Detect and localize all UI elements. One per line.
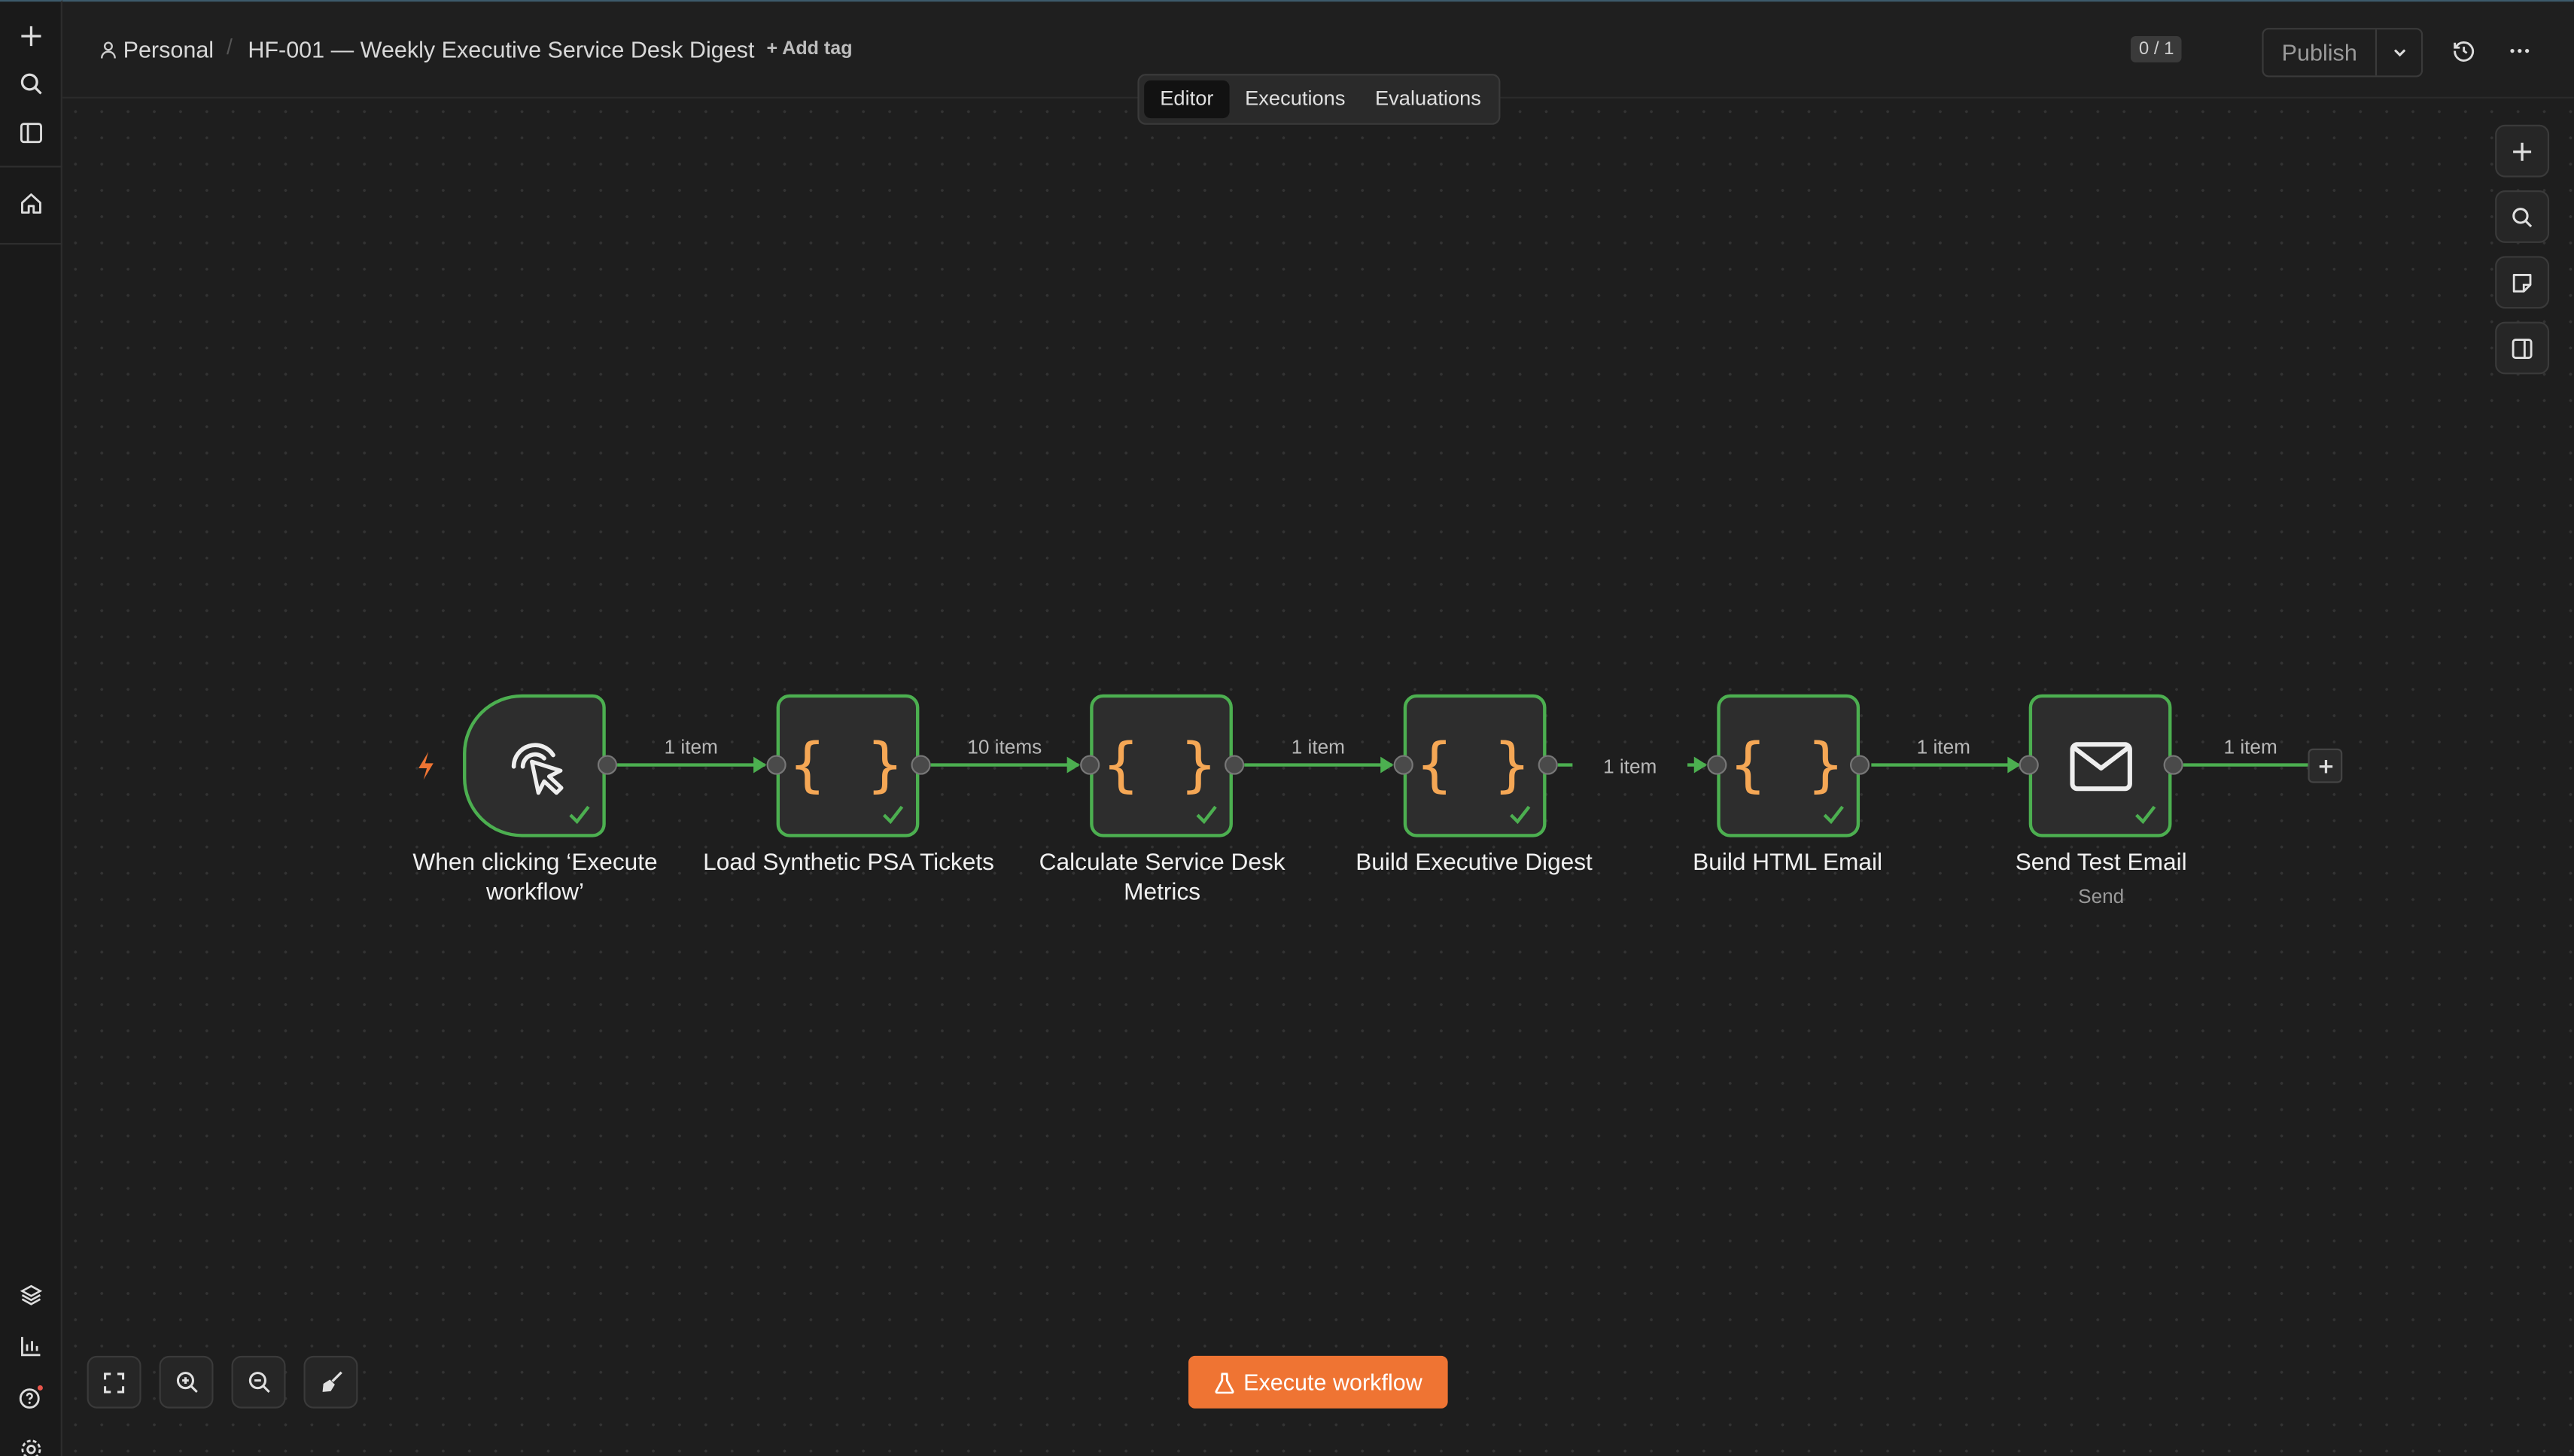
- success-check-icon: [569, 805, 590, 825]
- node-manual-trigger[interactable]: [463, 694, 606, 837]
- output-port[interactable]: [911, 755, 931, 775]
- code-braces-icon: { }: [1416, 731, 1534, 800]
- broom-icon: [321, 1371, 342, 1392]
- edge-label: 1 item: [1916, 735, 1970, 758]
- execute-workflow-label: Execute workflow: [1243, 1369, 1422, 1396]
- edge-label: 1 item: [664, 735, 718, 758]
- execute-workflow-button[interactable]: Execute workflow: [1188, 1355, 1448, 1409]
- node-load-synthetic-psa-tickets[interactable]: { }: [776, 694, 920, 837]
- arrowhead: [1380, 756, 1394, 774]
- input-port[interactable]: [1393, 755, 1413, 775]
- edge-label: 1 item: [1572, 755, 1688, 779]
- code-braces-icon: { }: [1730, 731, 1847, 800]
- envelope-icon: [2069, 741, 2131, 791]
- output-port[interactable]: [1225, 755, 1245, 775]
- node-build-executive-digest[interactable]: { }: [1403, 694, 1547, 837]
- arrowhead: [1066, 756, 1081, 774]
- node-build-html-email[interactable]: { }: [1717, 694, 1861, 837]
- fit-view-button[interactable]: [87, 1355, 141, 1409]
- node-label: Load Synthetic PSA Tickets: [703, 850, 994, 877]
- node-label: Send Test Email: [2015, 850, 2187, 877]
- success-check-icon: [1196, 805, 1217, 825]
- output-port[interactable]: [597, 755, 618, 775]
- node-calculate-service-desk-metrics[interactable]: { }: [1090, 694, 1233, 837]
- zoom-out-button[interactable]: [231, 1355, 286, 1409]
- success-check-icon: [1823, 805, 1844, 825]
- code-braces-icon: { }: [790, 731, 906, 800]
- node-label: Build HTML Email: [1693, 850, 1883, 877]
- input-port[interactable]: [766, 755, 786, 775]
- zoom-out-icon: [248, 1372, 269, 1393]
- success-check-icon: [1510, 805, 1531, 825]
- zoom-in-button[interactable]: [159, 1355, 214, 1409]
- output-port[interactable]: [2163, 755, 2183, 775]
- output-port[interactable]: [1538, 755, 1558, 775]
- output-port[interactable]: [1849, 755, 1870, 775]
- arrowhead: [1693, 756, 1708, 774]
- input-port[interactable]: [1080, 755, 1100, 775]
- code-braces-icon: { }: [1103, 731, 1220, 800]
- success-check-icon: [2135, 805, 2156, 825]
- trigger-bolt-icon: [418, 752, 434, 780]
- node-send-test-email[interactable]: [2028, 694, 2172, 837]
- tidy-up-button[interactable]: [303, 1355, 358, 1409]
- node-sublabel: Send: [2078, 884, 2125, 908]
- plus-icon: [2318, 758, 2332, 773]
- success-check-icon: [882, 805, 904, 825]
- flask-icon: [1214, 1372, 1234, 1394]
- cursor-click-icon: [510, 742, 563, 795]
- fullscreen-icon: [104, 1372, 125, 1393]
- input-port[interactable]: [1707, 755, 1727, 775]
- connections-layer: [418, 752, 2308, 780]
- add-next-node-button[interactable]: [2308, 748, 2343, 783]
- edge-label: 10 items: [967, 735, 1042, 758]
- zoom-in-icon: [175, 1372, 197, 1393]
- arrowhead: [753, 756, 767, 774]
- node-label: Build Executive Digest: [1355, 850, 1593, 877]
- edge-label: 1 item: [2223, 735, 2277, 758]
- edge-label: 1 item: [1291, 735, 1345, 758]
- node-label: Calculate Service Desk Metrics: [1039, 850, 1285, 907]
- input-port[interactable]: [2019, 755, 2039, 775]
- node-label: When clicking ‘Execute workflow’: [412, 850, 658, 907]
